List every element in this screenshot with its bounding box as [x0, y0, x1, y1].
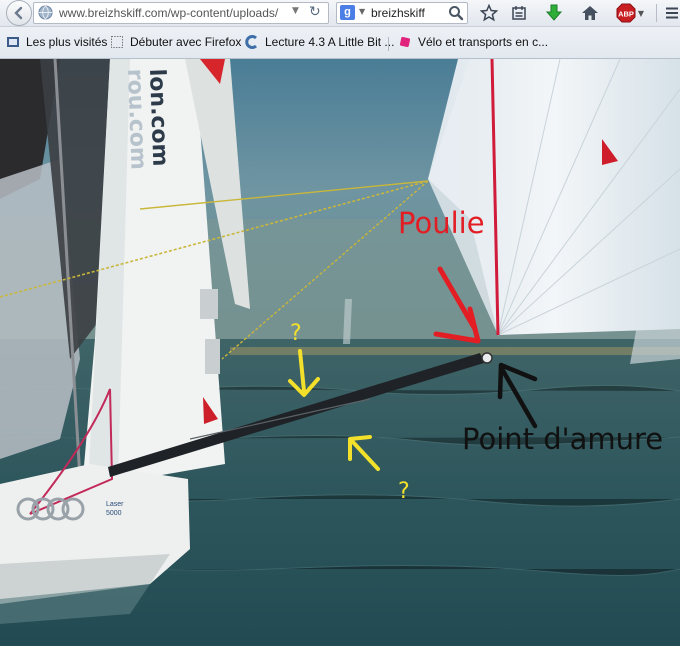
- annotation-point-amure: Point d'amure: [462, 422, 664, 456]
- bookmark-getting-started[interactable]: Débuter avec Firefox: [110, 35, 241, 49]
- reading-list-icon[interactable]: [509, 3, 529, 23]
- search-bar[interactable]: g ▼ breizhskiff: [336, 2, 468, 24]
- annotation-question-1: ?: [290, 321, 302, 346]
- reload-icon[interactable]: ↻: [309, 4, 321, 20]
- sail-window: [205, 339, 220, 374]
- hull-label: 5000: [106, 510, 122, 517]
- download-arrow-icon[interactable]: [544, 3, 564, 23]
- url-dropdown-icon[interactable]: ▼: [292, 6, 299, 16]
- bookmarks-toolbar: Les plus visités Débuter avec Firefox Le…: [0, 27, 680, 59]
- menu-icon[interactable]: [664, 3, 680, 23]
- url-bar[interactable]: www.breizhskiff.com/wp-content/uploads/ …: [33, 2, 329, 24]
- sailing-photo: lon.com rou.com Laser 5000: [0, 59, 680, 646]
- bookmark-lecture[interactable]: Lecture 4.3 A Little Bit ...: [245, 35, 394, 49]
- annotation-question-2: ?: [398, 479, 410, 504]
- google-g-icon[interactable]: g: [340, 5, 355, 20]
- bookmark-most-visited[interactable]: Les plus visités: [6, 35, 107, 49]
- adblock-label: ABP: [618, 9, 634, 18]
- bookmarks-menu-icon: [7, 37, 19, 47]
- back-arrow-icon: [14, 6, 23, 20]
- search-engine-dropdown-icon[interactable]: ▼: [359, 7, 365, 16]
- tack-fitting: [481, 352, 493, 364]
- annotation-poulie: Poulie: [398, 206, 485, 240]
- sail-text-2: rou.com: [122, 68, 151, 170]
- dotted-page-icon: [111, 36, 123, 48]
- coursera-c-icon: [245, 35, 258, 49]
- bookmark-label: Les plus visités: [26, 35, 108, 49]
- image-content: lon.com rou.com Laser 5000 Poulie Point …: [0, 59, 680, 646]
- back-button[interactable]: [6, 0, 32, 26]
- bookmark-label: Lecture 4.3 A Little Bit ...: [265, 35, 395, 49]
- hull-label: Laser: [106, 501, 124, 508]
- sail-window: [200, 289, 218, 319]
- home-icon[interactable]: [580, 3, 600, 23]
- adblock-dropdown-icon[interactable]: ▼: [638, 9, 644, 18]
- horizon-band: [230, 347, 680, 355]
- pink-diamond-icon: [399, 36, 411, 48]
- navigation-toolbar: www.breizhskiff.com/wp-content/uploads/ …: [0, 0, 680, 27]
- search-input[interactable]: breizhskiff: [371, 6, 425, 20]
- bookmark-velo[interactable]: Vélo et transports en c...: [398, 35, 548, 49]
- toolbar-separator: [656, 4, 657, 22]
- star-icon[interactable]: [479, 3, 499, 23]
- search-icon[interactable]: [447, 4, 465, 22]
- adblock-icon[interactable]: ABP ▼: [615, 3, 645, 23]
- globe-icon: [38, 5, 53, 20]
- bookmarks-separator: [388, 37, 389, 51]
- url-text: www.breizhskiff.com/wp-content/uploads/: [59, 6, 279, 20]
- bookmark-label: Vélo et transports en c...: [418, 35, 549, 49]
- bookmark-label: Débuter avec Firefox: [130, 35, 242, 49]
